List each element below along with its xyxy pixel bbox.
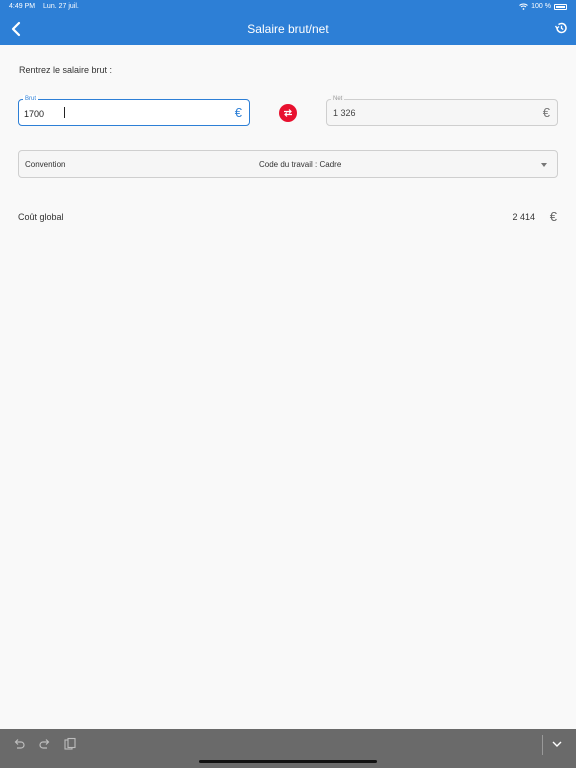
brut-field[interactable]: Brut € xyxy=(18,95,250,126)
swap-button[interactable] xyxy=(279,104,297,122)
toolbar-divider xyxy=(542,735,543,755)
status-right: 100 % xyxy=(519,3,567,10)
brut-currency: € xyxy=(234,105,242,120)
home-indicator xyxy=(199,760,377,763)
convention-select[interactable]: Convention Code du travail : Cadre xyxy=(18,150,558,178)
net-field[interactable]: Net 1 326 € xyxy=(326,95,558,126)
prompt-text: Rentrez le salaire brut : xyxy=(19,65,113,75)
brut-label: Brut xyxy=(23,95,39,103)
convention-label: Convention xyxy=(25,160,66,169)
history-icon[interactable] xyxy=(554,21,568,35)
convention-value: Code du travail : Cadre xyxy=(259,160,342,169)
redo-icon[interactable] xyxy=(38,737,52,751)
wifi-icon xyxy=(519,3,528,10)
battery-percent: 100 % xyxy=(531,3,551,10)
status-date: Lun. 27 juil. xyxy=(43,3,79,10)
dropdown-arrow-icon xyxy=(541,163,547,167)
text-caret xyxy=(64,107,65,118)
chevron-down-icon[interactable] xyxy=(550,737,564,751)
net-label: Net xyxy=(331,95,345,103)
clipboard-icon[interactable] xyxy=(63,737,77,751)
status-time: 4:49 PM xyxy=(9,3,36,10)
page-title: Salaire brut/net xyxy=(247,22,329,36)
net-currency: € xyxy=(542,105,550,120)
undo-icon[interactable] xyxy=(12,737,26,751)
swap-icon xyxy=(284,109,292,117)
brut-input[interactable] xyxy=(24,107,204,120)
net-value: 1 326 xyxy=(333,108,356,118)
status-left: 4:49 PM Lun. 27 juil. xyxy=(9,3,85,10)
cost-value: 2 414 xyxy=(512,212,535,222)
status-bar: 4:49 PM Lun. 27 juil. 100 % xyxy=(0,3,576,13)
battery-icon xyxy=(554,3,567,10)
cost-label: Coût global xyxy=(18,212,64,222)
header-bar: 4:49 PM Lun. 27 juil. 100 % Salaire brut… xyxy=(0,0,576,45)
cost-currency: € xyxy=(549,209,557,224)
